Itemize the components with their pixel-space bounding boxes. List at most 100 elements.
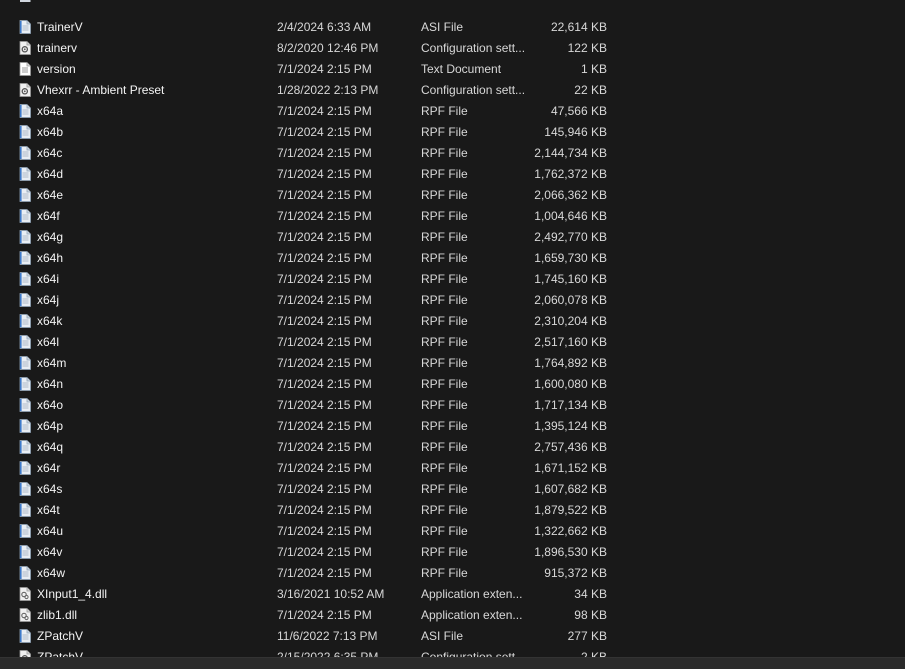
partial-icon — [19, 0, 31, 13]
file-row[interactable]: x64c 7/1/2024 2:15 PM RPF File 2,144,734 KB — [0, 142, 905, 163]
file-date-modified: 7/1/2024 2:15 PM — [277, 377, 372, 391]
generic-file-icon — [19, 419, 31, 433]
file-row[interactable]: x64b 7/1/2024 2:15 PM RPF File 145,946 KB — [0, 121, 905, 142]
file-row[interactable]: x64m 7/1/2024 2:15 PM RPF File 1,764,892 KB — [0, 352, 905, 373]
file-date-modified: 7/1/2024 2:15 PM — [277, 230, 372, 244]
file-type: RPF File — [421, 398, 468, 412]
file-row[interactable]: x64u 7/1/2024 2:15 PM RPF File 1,322,662 KB — [0, 520, 905, 541]
file-size: 145,946 KB — [544, 125, 607, 139]
file-row[interactable]: x64n 7/1/2024 2:15 PM RPF File 1,600,080 KB — [0, 373, 905, 394]
file-date-modified: 7/1/2024 2:15 PM — [277, 251, 372, 265]
file-row[interactable]: x64s 7/1/2024 2:15 PM RPF File 1,607,682 KB — [0, 478, 905, 499]
file-type: RPF File — [421, 419, 468, 433]
settings-file-icon — [19, 83, 31, 97]
file-row[interactable]: x64q 7/1/2024 2:15 PM RPF File 2,757,436 KB — [0, 436, 905, 457]
file-date-modified: 1/28/2022 2:13 PM — [277, 83, 379, 97]
file-date-modified: 7/1/2024 2:15 PM — [277, 398, 372, 412]
file-type: RPF File — [421, 209, 468, 223]
file-size: 22,614 KB — [550, 20, 607, 34]
file-row[interactable]: TrainerV 2/4/2024 6:33 AM ASI File 22,614 K… — [0, 16, 905, 37]
settings-file-icon — [19, 41, 31, 55]
file-row[interactable]: x64p 7/1/2024 2:15 PM RPF File 1,395,124 KB — [0, 415, 905, 436]
file-type: RPF File — [421, 251, 468, 265]
generic-file-icon — [19, 461, 31, 475]
file-row[interactable]: x64h 7/1/2024 2:15 PM RPF File 1,659,730 KB — [0, 247, 905, 268]
file-name: x64m — [37, 356, 67, 370]
file-row[interactable]: x64k 7/1/2024 2:15 PM RPF File 2,310,204 KB — [0, 310, 905, 331]
file-size: 1,671,152 KB — [534, 461, 607, 475]
generic-file-icon — [19, 104, 31, 118]
file-type: Application exten... — [421, 608, 523, 622]
file-size: 1 KB — [580, 62, 607, 76]
file-name: x64a — [37, 104, 64, 118]
file-row[interactable]: x64w 7/1/2024 2:15 PM RPF File 915,372 KB — [0, 562, 905, 583]
file-size: 1,322,662 KB — [534, 524, 607, 538]
file-size: 2,517,160 KB — [534, 335, 607, 349]
file-size: 2,060,078 KB — [534, 293, 607, 307]
file-name: x64q — [37, 440, 64, 454]
file-name: trainerv — [37, 41, 78, 55]
file-size: 2,144,734 KB — [534, 146, 607, 160]
generic-file-icon — [19, 251, 31, 265]
file-date-modified: 7/1/2024 2:15 PM — [277, 461, 372, 475]
file-name: x64v — [37, 545, 63, 559]
file-row[interactable]: x64e 7/1/2024 2:15 PM RPF File 2,066,362 KB — [0, 184, 905, 205]
file-name: version — [37, 62, 76, 76]
file-size: 47,566 KB — [550, 104, 607, 118]
file-row[interactable]: x64r 7/1/2024 2:15 PM RPF File 1,671,152 KB — [0, 457, 905, 478]
file-date-modified: 7/1/2024 2:15 PM — [277, 167, 372, 181]
file-date-modified: 3/16/2021 10:52 AM — [277, 587, 385, 601]
file-date-modified: 7/1/2024 2:15 PM — [277, 188, 372, 202]
file-row[interactable]: x64g 7/1/2024 2:15 PM RPF File 2,492,770 KB — [0, 226, 905, 247]
file-name: x64w — [37, 566, 66, 580]
file-row[interactable]: x64d 7/1/2024 2:15 PM RPF File 1,762,372 KB — [0, 163, 905, 184]
file-size: 277 KB — [567, 629, 607, 643]
generic-file-icon — [19, 335, 31, 349]
file-date-modified: 2/4/2024 6:33 AM — [277, 20, 372, 34]
file-size: 1,395,124 KB — [534, 419, 607, 433]
file-size: 1,600,080 KB — [534, 377, 607, 391]
file-date-modified: 7/1/2024 2:15 PM — [277, 209, 372, 223]
file-row[interactable]: XInput1_4.dll 3/16/2021 10:52 AM Applicati… — [0, 583, 905, 604]
generic-file-icon — [19, 188, 31, 202]
file-row[interactable]: zlib1.dll 7/1/2024 2:15 PM Application ext… — [0, 604, 905, 625]
file-row[interactable]: trainerv 8/2/2020 12:46 PM Configuration s… — [0, 37, 905, 58]
file-size: 122 KB — [567, 41, 607, 55]
file-row[interactable]: ZPatchV 11/6/2022 7:13 PM ASI File 277 KB — [0, 625, 905, 646]
file-date-modified: 7/1/2024 2:15 PM — [277, 608, 372, 622]
file-size: 1,879,522 KB — [534, 503, 607, 517]
file-date-modified: 7/1/2024 2:15 PM — [277, 62, 372, 76]
file-size: 1,745,160 KB — [534, 272, 607, 286]
file-row[interactable] — [0, 0, 905, 16]
file-size: 1,762,372 KB — [534, 167, 607, 181]
file-row[interactable]: x64v 7/1/2024 2:15 PM RPF File 1,896,530 KB — [0, 541, 905, 562]
file-row[interactable]: version 7/1/2024 2:15 PM Text Document 1 KB — [0, 58, 905, 79]
file-size: 2,066,362 KB — [534, 188, 607, 202]
file-name: x64o — [37, 398, 64, 412]
file-row[interactable]: x64o 7/1/2024 2:15 PM RPF File 1,717,134 KB — [0, 394, 905, 415]
file-type: RPF File — [421, 566, 468, 580]
file-name: x64f — [37, 209, 60, 223]
file-row[interactable]: x64j 7/1/2024 2:15 PM RPF File 2,060,078 KB — [0, 289, 905, 310]
file-type: RPF File — [421, 125, 468, 139]
file-row[interactable]: x64a 7/1/2024 2:15 PM RPF File 47,566 KB — [0, 100, 905, 121]
file-size: 1,764,892 KB — [534, 356, 607, 370]
file-row[interactable]: x64i 7/1/2024 2:15 PM RPF File 1,745,160 KB — [0, 268, 905, 289]
generic-file-icon — [19, 356, 31, 370]
file-name: x64d — [37, 167, 64, 181]
file-size: 34 KB — [574, 587, 607, 601]
generic-file-icon — [19, 503, 31, 517]
file-date-modified: 7/1/2024 2:15 PM — [277, 440, 372, 454]
file-date-modified: 7/1/2024 2:15 PM — [277, 419, 372, 433]
file-row[interactable]: x64f 7/1/2024 2:15 PM RPF File 1,004,646 KB — [0, 205, 905, 226]
file-name: x64r — [37, 461, 61, 475]
file-name: TrainerV — [37, 20, 83, 34]
file-type: RPF File — [421, 104, 468, 118]
dll-file-icon — [19, 587, 31, 601]
file-size: 1,896,530 KB — [534, 545, 607, 559]
file-date-modified: 7/1/2024 2:15 PM — [277, 482, 372, 496]
file-row[interactable]: Vhexrr - Ambient Preset 1/28/2022 2:13 PM… — [0, 79, 905, 100]
file-row[interactable]: x64t 7/1/2024 2:15 PM RPF File 1,879,522 KB — [0, 499, 905, 520]
file-row[interactable]: x64l 7/1/2024 2:15 PM RPF File 2,517,160 KB — [0, 331, 905, 352]
file-type: RPF File — [421, 272, 468, 286]
